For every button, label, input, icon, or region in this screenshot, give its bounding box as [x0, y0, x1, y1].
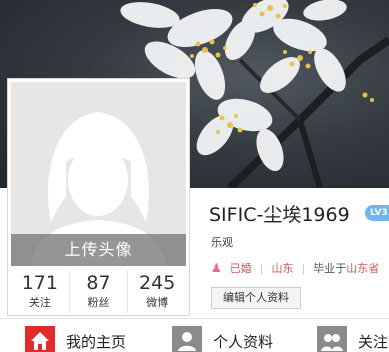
followers-label: 粉丝 [87, 296, 110, 309]
tab-follow-label: 关注 [358, 333, 389, 351]
tagline: 乐观 [211, 236, 233, 249]
following-count: 171 [21, 272, 58, 294]
education-school-link[interactable]: 山东省 [346, 262, 379, 275]
username: SIFIC-尘埃1969 [209, 204, 350, 226]
stat-following[interactable]: 171 关注 [11, 271, 70, 313]
divider: | [301, 262, 306, 275]
education-prefix: 毕业于 [313, 262, 347, 275]
tab-follow[interactable]: 关注 [292, 319, 389, 352]
follow-icon [317, 326, 347, 352]
posts-label: 微博 [146, 296, 169, 309]
profile-details: ♟ 已婚 | 山东 | 毕业于山东省 [211, 260, 379, 276]
marital-status-link[interactable]: 已婚 [230, 262, 252, 275]
avatar[interactable]: 上传头像 [11, 82, 186, 266]
stat-posts[interactable]: 245 微博 [128, 271, 186, 313]
tab-home[interactable]: 我的主页 [0, 319, 158, 352]
home-icon [25, 326, 55, 352]
avatar-card: 上传头像 171 关注 87 粉丝 245 微博 [7, 78, 190, 316]
tab-home-label: 我的主页 [66, 333, 127, 351]
profile-icon [172, 326, 202, 352]
upload-avatar-button[interactable]: 上传头像 [11, 234, 186, 266]
vip-level-badge[interactable]: LV3 [365, 205, 389, 221]
tab-profile-label: 个人资料 [213, 333, 274, 351]
profile-nav-tabs: 我的主页 个人资料 关注 [0, 318, 389, 352]
divider: | [259, 262, 264, 275]
followers-count: 87 [86, 272, 111, 294]
region-link[interactable]: 山东 [271, 262, 293, 275]
tab-profile[interactable]: 个人资料 [147, 319, 299, 352]
person-icon: ♟ [211, 261, 222, 275]
posts-count: 245 [139, 272, 176, 294]
stats-row: 171 关注 87 粉丝 245 微博 [11, 271, 186, 313]
following-label: 关注 [28, 296, 51, 309]
edit-profile-button[interactable]: 编辑个人资料 [211, 287, 301, 309]
stat-followers[interactable]: 87 粉丝 [70, 271, 129, 313]
